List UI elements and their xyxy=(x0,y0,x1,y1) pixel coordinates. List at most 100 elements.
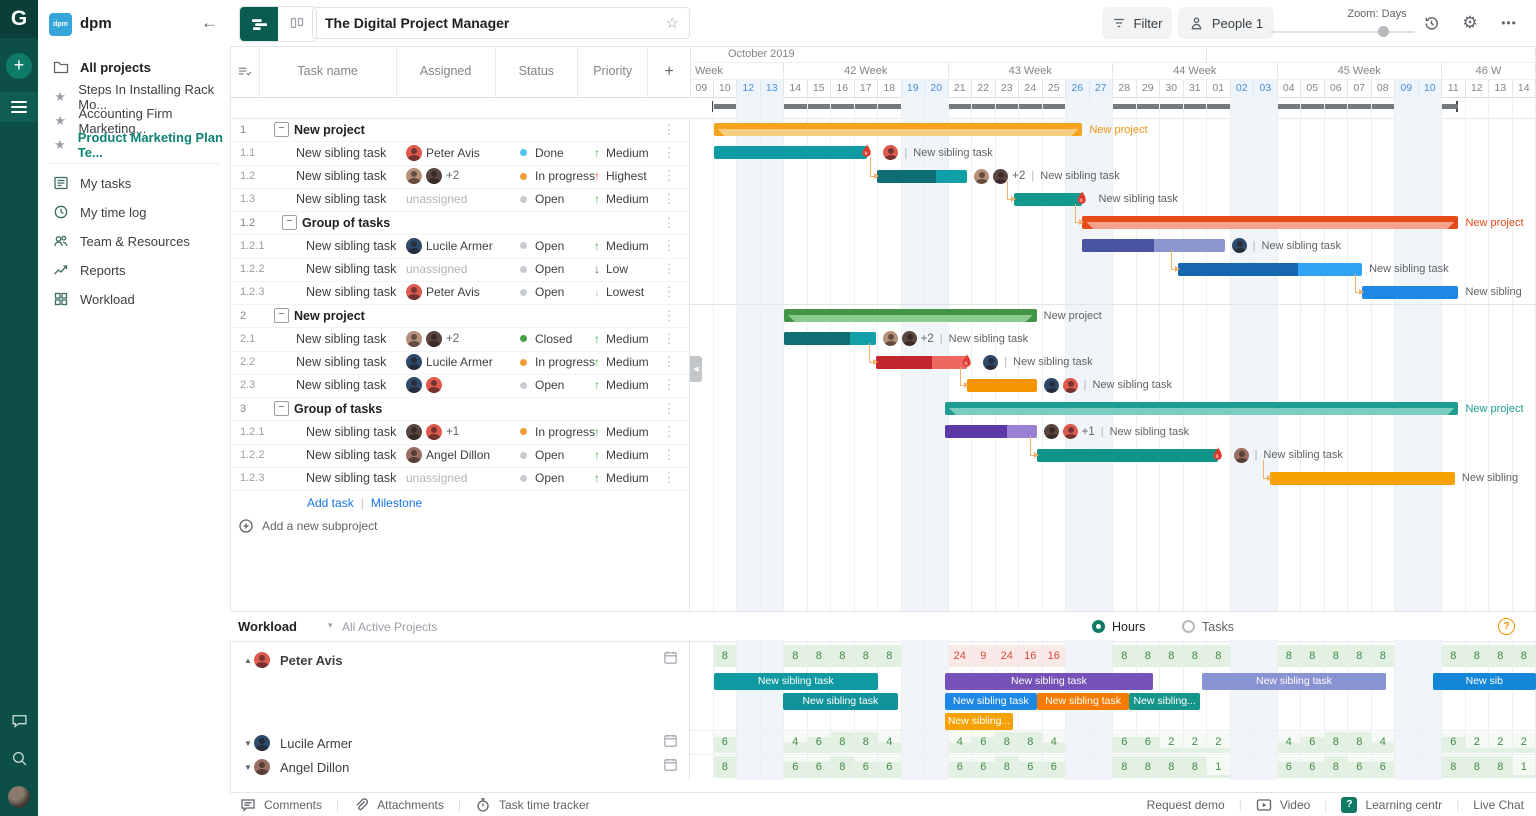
hours-radio[interactable] xyxy=(1092,620,1105,633)
ganttpro-logo[interactable]: G xyxy=(0,0,38,38)
sidebar-item-starred-project[interactable]: ★Product Marketing Plan Te... xyxy=(38,132,230,158)
priority-cell[interactable]: ↑Medium xyxy=(594,146,649,160)
priority-cell[interactable]: ↑Medium xyxy=(594,471,649,485)
workload-person-row[interactable]: ▼Angel Dillon xyxy=(230,755,689,779)
board-view-button[interactable] xyxy=(278,7,316,41)
priority-cell[interactable]: ↓Low xyxy=(594,262,628,276)
expand-toggle-icon[interactable]: ▼ xyxy=(244,739,254,748)
footer-item-comments[interactable]: Comments xyxy=(240,797,322,813)
gantt-task-bar[interactable]: New sibling task xyxy=(1178,263,1362,276)
priority-cell[interactable]: ↓Lowest xyxy=(594,285,644,299)
zoom-slider-track[interactable] xyxy=(1270,31,1415,33)
sidebar-item-team-resources[interactable]: Team & Resources xyxy=(38,228,230,254)
chat-icon[interactable] xyxy=(11,712,28,729)
footer-item-attachments[interactable]: Attachments xyxy=(353,797,444,813)
row-menu-button[interactable]: ⋮ xyxy=(662,470,676,486)
assigned-cell[interactable]: +2 xyxy=(406,331,459,347)
gantt-project-bar[interactable]: New project xyxy=(945,402,1458,415)
assigned-cell[interactable] xyxy=(406,377,442,393)
status-cell[interactable]: Open xyxy=(520,448,564,462)
row-menu-button[interactable]: ⋮ xyxy=(662,331,676,347)
assigned-cell[interactable]: +1 xyxy=(406,424,459,440)
workload-task-bar[interactable]: New sibling task xyxy=(1037,693,1130,710)
assigned-cell[interactable]: unassigned xyxy=(406,192,467,206)
hours-radio-label[interactable]: Hours xyxy=(1112,620,1145,634)
assigned-cell[interactable]: Lucile Armer xyxy=(406,354,493,370)
calendar-icon[interactable] xyxy=(663,733,678,753)
priority-cell[interactable]: ↑Medium xyxy=(594,355,649,369)
task-group-row[interactable]: 2−New project⋮ xyxy=(230,304,689,328)
status-cell[interactable]: In progress xyxy=(520,169,595,183)
task-row[interactable]: 1.3New sibling taskunassignedOpen↑Medium… xyxy=(230,188,689,212)
row-menu-button[interactable]: ⋮ xyxy=(662,308,676,324)
sidebar-item-reports[interactable]: Reports xyxy=(38,257,230,283)
gantt-project-bar[interactable]: New project xyxy=(1082,216,1458,229)
add-subproject-row[interactable]: Add a new subproject xyxy=(230,514,697,537)
row-menu-button[interactable]: ⋮ xyxy=(662,168,676,184)
priority-cell[interactable]: ↑Medium xyxy=(594,448,649,462)
project-title[interactable]: The Digital Project Manager xyxy=(325,15,666,31)
status-cell[interactable]: In progress xyxy=(520,355,595,369)
gantt-task-bar[interactable]: |New sibling task xyxy=(967,379,1036,392)
task-group-row[interactable]: 3−Group of tasks⋮ xyxy=(230,397,689,421)
row-menu-button[interactable]: ⋮ xyxy=(662,191,676,207)
row-menu-button[interactable]: ⋮ xyxy=(662,122,676,138)
status-cell[interactable]: Open xyxy=(520,192,564,206)
workload-filter[interactable]: All Active Projects xyxy=(342,620,437,634)
column-header-task-name[interactable]: Task name xyxy=(260,46,397,97)
milestone-link[interactable]: Milestone xyxy=(371,496,422,510)
gantt-task-bar[interactable]: |New sibling task xyxy=(1082,239,1224,252)
column-header-assigned[interactable]: Assigned xyxy=(397,46,496,97)
priority-cell[interactable]: ↑Highest xyxy=(594,169,647,183)
user-avatar[interactable] xyxy=(8,786,30,808)
assigned-cell[interactable]: Peter Avis xyxy=(406,145,480,161)
status-cell[interactable]: Done xyxy=(520,146,564,160)
collapse-sidebar-icon[interactable]: ← xyxy=(201,13,218,33)
priority-cell[interactable]: ↑Medium xyxy=(594,239,649,253)
favorite-star-icon[interactable]: ☆ xyxy=(666,14,679,32)
gantt-task-bar[interactable]: New sibling task xyxy=(1014,193,1082,206)
sidebar-item-my-tasks[interactable]: My tasks xyxy=(38,170,230,196)
task-row[interactable]: 2.3New sibling taskOpen↑Medium⋮ xyxy=(230,374,689,398)
task-row[interactable]: 1.2.1New sibling task+1In progress↑Mediu… xyxy=(230,420,689,444)
gantt-task-bar[interactable]: +2|New sibling task xyxy=(784,332,876,345)
gantt-task-bar[interactable]: New sibling xyxy=(1362,286,1458,299)
tasks-radio-label[interactable]: Tasks xyxy=(1202,620,1234,634)
workload-person-row[interactable]: ▲Peter Avis xyxy=(230,648,689,672)
sidebar-item-workload[interactable]: Workload xyxy=(38,286,230,312)
workspace-logo[interactable]: dpm xyxy=(49,13,72,36)
create-new-button[interactable]: + xyxy=(6,53,32,79)
zoom-slider-knob[interactable] xyxy=(1378,26,1389,37)
row-menu-button[interactable]: ⋮ xyxy=(662,145,676,161)
workload-task-bar[interactable]: New sibling task xyxy=(945,693,1037,710)
settings-button[interactable]: ⚙ xyxy=(1455,8,1485,38)
menu-button[interactable] xyxy=(0,92,38,122)
column-header-status[interactable]: Status xyxy=(496,46,578,97)
status-cell[interactable]: Open xyxy=(520,239,564,253)
gantt-task-bar[interactable]: +2|New sibling task xyxy=(877,170,967,183)
history-button[interactable] xyxy=(1416,8,1446,38)
row-menu-button[interactable]: ⋮ xyxy=(662,354,676,370)
task-group-row[interactable]: 1.2−Group of tasks⋮ xyxy=(230,211,689,235)
row-menu-button[interactable]: ⋮ xyxy=(662,424,676,440)
filter-button[interactable]: Filter xyxy=(1102,7,1172,39)
row-menu-button[interactable]: ⋮ xyxy=(662,447,676,463)
status-cell[interactable]: Open xyxy=(520,262,564,276)
task-row[interactable]: 2.2New sibling taskLucile ArmerIn progre… xyxy=(230,351,689,375)
project-title-field[interactable]: The Digital Project Manager ☆ xyxy=(312,7,690,39)
assigned-cell[interactable]: Peter Avis xyxy=(406,284,480,300)
priority-cell[interactable]: ↑Medium xyxy=(594,378,649,392)
workload-task-bar[interactable]: New sib xyxy=(1433,673,1536,690)
task-row[interactable]: 2.1New sibling task+2Closed↑Medium⋮ xyxy=(230,327,689,351)
status-cell[interactable]: Closed xyxy=(520,332,572,346)
collapse-toggle[interactable]: − xyxy=(274,122,289,137)
assigned-cell[interactable]: Angel Dillon xyxy=(406,447,490,463)
sidebar-item-all-projects[interactable]: All projects xyxy=(38,54,230,80)
select-tasks-header[interactable] xyxy=(230,46,260,97)
tasks-radio[interactable] xyxy=(1182,620,1195,633)
row-menu-button[interactable]: ⋮ xyxy=(662,261,676,277)
task-row[interactable]: 1.2.2New sibling taskunassignedOpen↓Low⋮ xyxy=(230,258,689,282)
footer-item-live-chat[interactable]: Live Chat xyxy=(1473,798,1524,812)
task-row[interactable]: 1.2.1New sibling taskLucile ArmerOpen↑Me… xyxy=(230,234,689,258)
collapse-toggle[interactable]: − xyxy=(274,401,289,416)
